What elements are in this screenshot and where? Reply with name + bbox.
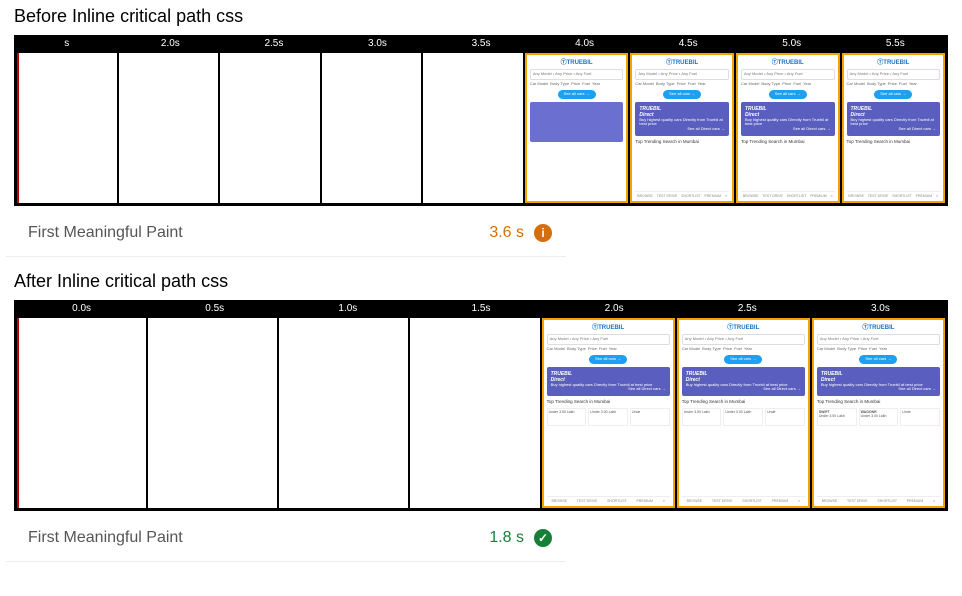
- tick-label: 4.0s: [533, 36, 637, 51]
- frame-blank: [279, 318, 408, 508]
- frame-blank: [410, 318, 539, 508]
- frame-rendered: ⓉTRUEBIL Any Model • Any Price • Any Fue…: [677, 318, 810, 508]
- metric-label: First Meaningful Paint: [28, 224, 489, 242]
- metric-value: 3.6 s: [489, 224, 524, 242]
- metric-value: 1.8 s: [489, 529, 524, 547]
- trending-label: Top Trending Search in Mumbai: [635, 139, 729, 144]
- frame-blank: [148, 318, 277, 508]
- frame-blank: [17, 53, 117, 203]
- tick-label: s: [15, 36, 119, 51]
- tick-label: 4.5s: [636, 36, 740, 51]
- search-bar: Any Model • Any Price • Any Fuel: [530, 69, 624, 80]
- tick-label: 5.0s: [740, 36, 844, 51]
- tick-label: 5.5s: [844, 36, 948, 51]
- frame-blank: [119, 53, 219, 203]
- promo-banner: TRUEBILDirectBuy highest quality cars Di…: [635, 102, 729, 136]
- frame-rendered: ⓉTRUEBIL Any Model • Any Price • Any Fue…: [542, 318, 675, 508]
- tick-label: 1.0s: [281, 301, 414, 316]
- tick-label: 0.5s: [148, 301, 281, 316]
- banner-placeholder: [530, 102, 624, 142]
- before-timeline: s 2.0s 2.5s 3.0s 3.5s 4.0s 4.5s 5.0s 5.5…: [15, 36, 947, 51]
- fmp-metric-after: First Meaningful Paint 1.8 s ✓: [6, 511, 566, 562]
- after-heading: After Inline critical path css: [0, 265, 962, 300]
- tick-label: 1.5s: [414, 301, 547, 316]
- frame-blank: [17, 318, 146, 508]
- app-logo: ⓉTRUEBIL: [635, 58, 729, 69]
- tick-label: 0.0s: [15, 301, 148, 316]
- tick-label: 3.0s: [814, 301, 947, 316]
- marker-line: [17, 53, 19, 203]
- frame-blank: [220, 53, 320, 203]
- cta-button: See all cars →: [663, 90, 701, 99]
- tick-label: 2.5s: [681, 301, 814, 316]
- fmp-metric-before: First Meaningful Paint 3.6 s i: [6, 206, 566, 257]
- frame-blank: [322, 53, 422, 203]
- check-icon: ✓: [534, 529, 552, 547]
- tick-label: 2.0s: [119, 36, 223, 51]
- after-filmstrip: 0.0s 0.5s 1.0s 1.5s 2.0s 2.5s 3.0s ⓉTRUE…: [0, 300, 962, 511]
- frame-rendered: ⓉTRUEBIL Any Model • Any Price • Any Fue…: [736, 53, 840, 203]
- frame-rendered: ⓉTRUEBIL Any Model • Any Price • Any Fue…: [630, 53, 734, 203]
- app-logo: ⓉTRUEBIL: [530, 58, 624, 69]
- marker-line: [17, 318, 19, 508]
- before-heading: Before Inline critical path css: [0, 0, 962, 35]
- frame-rendered: ⓉTRUEBIL Any Model • Any Price • Any Fue…: [812, 318, 945, 508]
- after-section: After Inline critical path css 0.0s 0.5s…: [0, 265, 962, 570]
- frame-rendered-partial: ⓉTRUEBIL Any Model • Any Price • Any Fue…: [525, 53, 629, 203]
- cta-button: See all cars →: [558, 90, 596, 99]
- tick-label: 3.0s: [326, 36, 430, 51]
- before-filmstrip: s 2.0s 2.5s 3.0s 3.5s 4.0s 4.5s 5.0s 5.5…: [0, 35, 962, 206]
- before-section: Before Inline critical path css s 2.0s 2…: [0, 0, 962, 265]
- search-bar: Any Model • Any Price • Any Fuel: [635, 69, 729, 80]
- after-timeline: 0.0s 0.5s 1.0s 1.5s 2.0s 2.5s 3.0s: [15, 301, 947, 316]
- info-icon: i: [534, 224, 552, 242]
- bottom-nav: BROWSETEST DRIVESHORTLISTPREMIUM≡: [635, 191, 729, 198]
- before-frames: ⓉTRUEBIL Any Model • Any Price • Any Fue…: [15, 51, 947, 205]
- frame-rendered: ⓉTRUEBIL Any Model • Any Price • Any Fue…: [842, 53, 946, 203]
- after-frames: ⓉTRUEBIL Any Model • Any Price • Any Fue…: [15, 316, 947, 510]
- tick-label: 2.0s: [548, 301, 681, 316]
- filter-chips: Car ModelBody TypePriceFuelYear: [530, 82, 624, 87]
- metric-label: First Meaningful Paint: [28, 529, 489, 547]
- tick-label: 3.5s: [429, 36, 533, 51]
- frame-blank: [423, 53, 523, 203]
- tick-label: 2.5s: [222, 36, 326, 51]
